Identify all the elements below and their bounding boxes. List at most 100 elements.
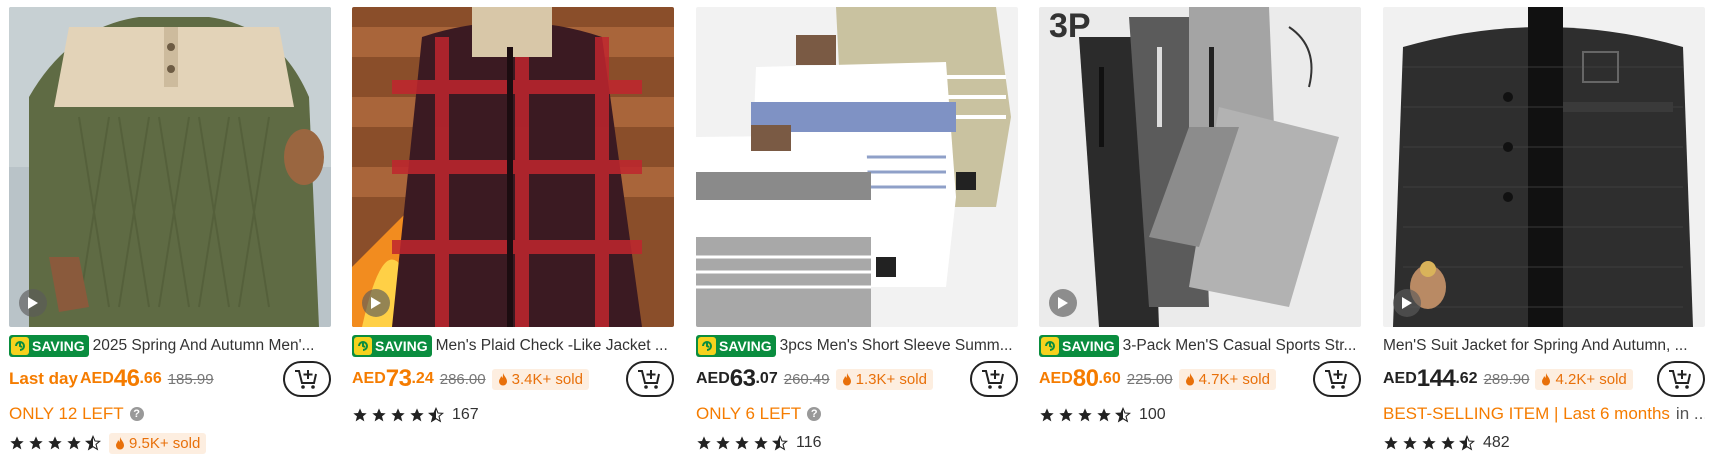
add-to-cart-button[interactable] [1657,361,1705,397]
original-price: 260.49 [783,370,830,388]
flame-icon [116,436,124,449]
star-icon [1441,436,1455,450]
saving-badge-label: SAVING [32,338,85,354]
bestselling-label: BEST-SELLING ITEM | Last 6 months [1383,404,1670,423]
add-to-cart-icon [982,370,1004,389]
price-main: 46 [113,365,140,392]
star-icon [353,408,367,422]
star-icon [735,436,749,450]
saving-badge-label: SAVING [375,338,428,354]
video-play-icon[interactable] [1393,289,1421,317]
original-price: 286.00 [439,370,486,388]
stock-text: ONLY 12 LEFT [9,404,124,423]
rating-count[interactable]: 100 [1139,406,1166,424]
add-to-cart-button[interactable] [970,361,1018,397]
price-main: 144 [1416,365,1456,392]
rating-stars [1039,407,1131,423]
price-decimal: .60 [1098,370,1121,387]
add-to-cart-icon [1669,370,1691,389]
help-icon[interactable]: ? [129,407,144,421]
product-card[interactable]: Men'S Suit Jacket for Spring And Autumn,… [1383,7,1705,457]
price-decimal: .07 [755,370,778,387]
saving-icon [354,337,372,355]
original-price: 185.99 [167,370,214,388]
rating-row: 116 [696,429,1018,457]
original-price: 289.90 [1483,370,1530,388]
rating-stars [352,407,444,423]
sold-badge: 4.2K+ sold [1535,368,1633,390]
currency: AED [352,370,386,387]
half-star-icon [85,435,101,451]
star-icon [1422,436,1436,450]
video-play-icon[interactable] [362,289,390,317]
flame-icon [842,372,851,385]
product-card[interactable]: 3P SAVING 3-Pack Men'S Casual Sports Str… [1039,7,1361,429]
last-day-label: Last day [9,369,78,388]
star-icon [716,436,730,450]
price-row: Last day AED 46 .66 185.99 [9,359,331,399]
rating-row: 100 [1039,401,1361,429]
product-title[interactable]: 3-Pack Men'S Casual Sports Str... [1123,337,1361,355]
currency: AED [1039,370,1073,387]
star-icon [372,408,386,422]
add-to-cart-icon [638,370,660,389]
product-title[interactable]: Men'S Suit Jacket for Spring And Autumn,… [1383,337,1705,355]
product-image-sweater[interactable] [9,7,331,327]
product-title[interactable]: 3pcs Men's Short Sleeve Summ... [780,337,1018,355]
star-icon [67,436,81,450]
product-title-row[interactable]: SAVING 2025 Spring And Autumn Men'... [9,335,331,357]
star-icon [1403,436,1417,450]
product-card[interactable]: SAVING 2025 Spring And Autumn Men'... La… [9,7,331,457]
saving-badge: SAVING [1039,335,1119,357]
sold-badge: 3.4K+ sold [491,368,589,390]
star-icon [29,436,43,450]
rating-count[interactable]: 116 [796,434,822,452]
original-price: 225.00 [1126,370,1173,388]
add-to-cart-button[interactable] [626,361,674,397]
product-image-plaid-jacket[interactable] [352,7,674,327]
saving-badge-label: SAVING [719,338,772,354]
product-title-row[interactable]: SAVING 3pcs Men's Short Sleeve Summ... [696,335,1018,357]
half-star-icon [1115,407,1131,423]
sold-count: 9.5K+ sold [129,434,201,452]
saving-icon [1041,337,1059,355]
price-main: 73 [385,365,412,392]
sold-badge: 9.5K+ sold [109,432,207,454]
product-image-suit-jacket[interactable] [1383,7,1705,327]
sold-count: 3.4K+ sold [511,370,583,388]
product-title-row[interactable]: SAVING 3-Pack Men'S Casual Sports Str... [1039,335,1361,357]
star-icon [410,408,424,422]
product-title[interactable]: 2025 Spring And Autumn Men'... [93,337,331,355]
rating-count[interactable]: 167 [452,406,479,424]
product-image-polo-shirts[interactable] [696,7,1018,327]
star-icon [1040,408,1054,422]
add-to-cart-button[interactable] [283,361,331,397]
rating-count[interactable]: 482 [1483,434,1510,452]
star-icon [1059,408,1073,422]
rating-row: 167 [352,401,674,429]
rating-stars [696,435,788,451]
video-play-icon[interactable] [1049,289,1077,317]
price-decimal: .24 [411,370,434,387]
star-icon [391,408,405,422]
product-card[interactable]: SAVING 3pcs Men's Short Sleeve Summ... A… [696,7,1018,457]
flame-icon [498,372,507,385]
star-icon [697,436,711,450]
add-to-cart-button[interactable] [1313,361,1361,397]
saving-badge: SAVING [352,335,432,357]
product-title-row[interactable]: Men'S Suit Jacket for Spring And Autumn,… [1383,335,1705,357]
sold-count: 1.3K+ sold [855,370,927,388]
price-main: 63 [729,365,756,392]
saving-icon [11,337,29,355]
product-card[interactable]: SAVING Men's Plaid Check -Like Jacket ..… [352,7,674,429]
currency: AED [79,370,114,387]
help-icon[interactable]: ? [807,407,822,421]
star-icon [48,436,62,450]
product-image-sweatpants[interactable]: 3P [1039,7,1361,327]
product-grid: SAVING 2025 Spring And Autumn Men'... La… [0,0,1713,457]
product-title-row[interactable]: SAVING Men's Plaid Check -Like Jacket ..… [352,335,674,357]
video-play-icon[interactable] [19,289,47,317]
rating-row: 9.5K+ sold [9,429,331,457]
sold-badge: 4.7K+ sold [1178,368,1276,390]
product-title[interactable]: Men's Plaid Check -Like Jacket ... [436,337,674,355]
